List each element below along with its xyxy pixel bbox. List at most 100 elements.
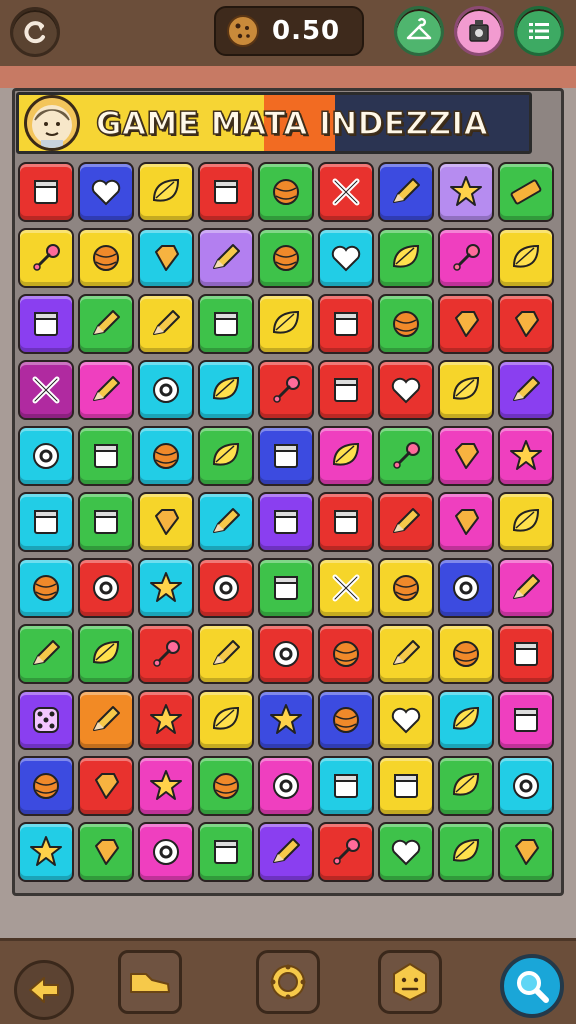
tile-heart[interactable] — [378, 360, 434, 420]
menu-button[interactable] — [514, 6, 564, 56]
tile-leaf[interactable] — [498, 492, 554, 552]
tile-ring[interactable] — [258, 624, 314, 684]
tile-pencil[interactable] — [498, 558, 554, 618]
tile-pencil[interactable] — [198, 228, 254, 288]
tile-leaf[interactable] — [438, 360, 494, 420]
tile-pencil[interactable] — [78, 294, 134, 354]
tile-leaf[interactable] — [438, 690, 494, 750]
tile-box[interactable] — [198, 294, 254, 354]
tile-pencil[interactable] — [258, 822, 314, 882]
back-button[interactable] — [14, 960, 74, 1020]
tile-gem[interactable] — [438, 294, 494, 354]
tile-leaf[interactable] — [438, 822, 494, 882]
tile-pencil[interactable] — [378, 624, 434, 684]
tile-ball[interactable] — [378, 294, 434, 354]
tile-ball[interactable] — [258, 162, 314, 222]
tile-pencil[interactable] — [78, 690, 134, 750]
tile-pencil[interactable] — [138, 294, 194, 354]
tile-ball[interactable] — [18, 756, 74, 816]
tile-pin[interactable] — [138, 624, 194, 684]
tile-gem[interactable] — [138, 228, 194, 288]
tile-bar[interactable] — [498, 162, 554, 222]
tile-gem[interactable] — [438, 426, 494, 486]
tile-star[interactable] — [138, 756, 194, 816]
tile-star[interactable] — [258, 690, 314, 750]
tile-star[interactable] — [498, 426, 554, 486]
tile-cross[interactable] — [18, 360, 74, 420]
tile-box[interactable] — [318, 492, 374, 552]
tile-box[interactable] — [318, 360, 374, 420]
tile-star[interactable] — [138, 558, 194, 618]
tile-box[interactable] — [318, 294, 374, 354]
tile-ball[interactable] — [378, 558, 434, 618]
tile-leaf[interactable] — [378, 228, 434, 288]
tile-gem[interactable] — [78, 756, 134, 816]
tile-dice[interactable] — [18, 690, 74, 750]
tile-pin[interactable] — [438, 228, 494, 288]
tile-star[interactable] — [438, 162, 494, 222]
tile-leaf[interactable] — [138, 162, 194, 222]
tile-box[interactable] — [498, 690, 554, 750]
tile-cross[interactable] — [318, 558, 374, 618]
tile-box[interactable] — [258, 426, 314, 486]
ring-button[interactable] — [256, 950, 320, 1014]
tile-heart[interactable] — [378, 822, 434, 882]
tile-pencil[interactable] — [378, 162, 434, 222]
tile-heart[interactable] — [318, 228, 374, 288]
tile-ball[interactable] — [318, 624, 374, 684]
tile-cross[interactable] — [318, 162, 374, 222]
tile-ball[interactable] — [198, 756, 254, 816]
tile-gem[interactable] — [438, 492, 494, 552]
tile-ring[interactable] — [18, 426, 74, 486]
tile-pin[interactable] — [18, 228, 74, 288]
tile-box[interactable] — [318, 756, 374, 816]
tile-gem[interactable] — [138, 492, 194, 552]
tile-pencil[interactable] — [198, 624, 254, 684]
tile-ring[interactable] — [258, 756, 314, 816]
tile-pencil[interactable] — [18, 624, 74, 684]
tile-gem[interactable] — [498, 822, 554, 882]
tile-leaf[interactable] — [258, 294, 314, 354]
tile-ball[interactable] — [318, 690, 374, 750]
tile-ring[interactable] — [78, 558, 134, 618]
tile-ring[interactable] — [138, 360, 194, 420]
tile-box[interactable] — [258, 492, 314, 552]
tile-ring[interactable] — [138, 822, 194, 882]
tile-leaf[interactable] — [438, 756, 494, 816]
tile-ball[interactable] — [258, 228, 314, 288]
tile-leaf[interactable] — [198, 690, 254, 750]
tile-pencil[interactable] — [498, 360, 554, 420]
tile-box[interactable] — [258, 558, 314, 618]
tile-heart[interactable] — [78, 162, 134, 222]
refresh-button[interactable] — [10, 7, 60, 57]
tile-ball[interactable] — [438, 624, 494, 684]
hanger-button[interactable] — [394, 6, 444, 56]
tile-box[interactable] — [78, 426, 134, 486]
robot-button[interactable] — [454, 6, 504, 56]
tile-leaf[interactable] — [498, 228, 554, 288]
tile-gem[interactable] — [498, 294, 554, 354]
shoe-button[interactable] — [118, 950, 182, 1014]
tile-box[interactable] — [78, 492, 134, 552]
tile-ball[interactable] — [18, 558, 74, 618]
tile-box[interactable] — [18, 294, 74, 354]
tile-pencil[interactable] — [198, 492, 254, 552]
tile-ring[interactable] — [438, 558, 494, 618]
tile-star[interactable] — [138, 690, 194, 750]
tile-box[interactable] — [378, 756, 434, 816]
tile-leaf[interactable] — [198, 360, 254, 420]
tile-box[interactable] — [18, 162, 74, 222]
tile-pin[interactable] — [378, 426, 434, 486]
tile-box[interactable] — [198, 822, 254, 882]
tile-box[interactable] — [198, 162, 254, 222]
tile-leaf[interactable] — [78, 624, 134, 684]
tile-pin[interactable] — [318, 822, 374, 882]
tile-ball[interactable] — [138, 426, 194, 486]
tile-pencil[interactable] — [78, 360, 134, 420]
tile-ring[interactable] — [498, 756, 554, 816]
tile-box[interactable] — [498, 624, 554, 684]
tile-heart[interactable] — [378, 690, 434, 750]
face-button[interactable] — [378, 950, 442, 1014]
tile-ring[interactable] — [198, 558, 254, 618]
tile-leaf[interactable] — [318, 426, 374, 486]
